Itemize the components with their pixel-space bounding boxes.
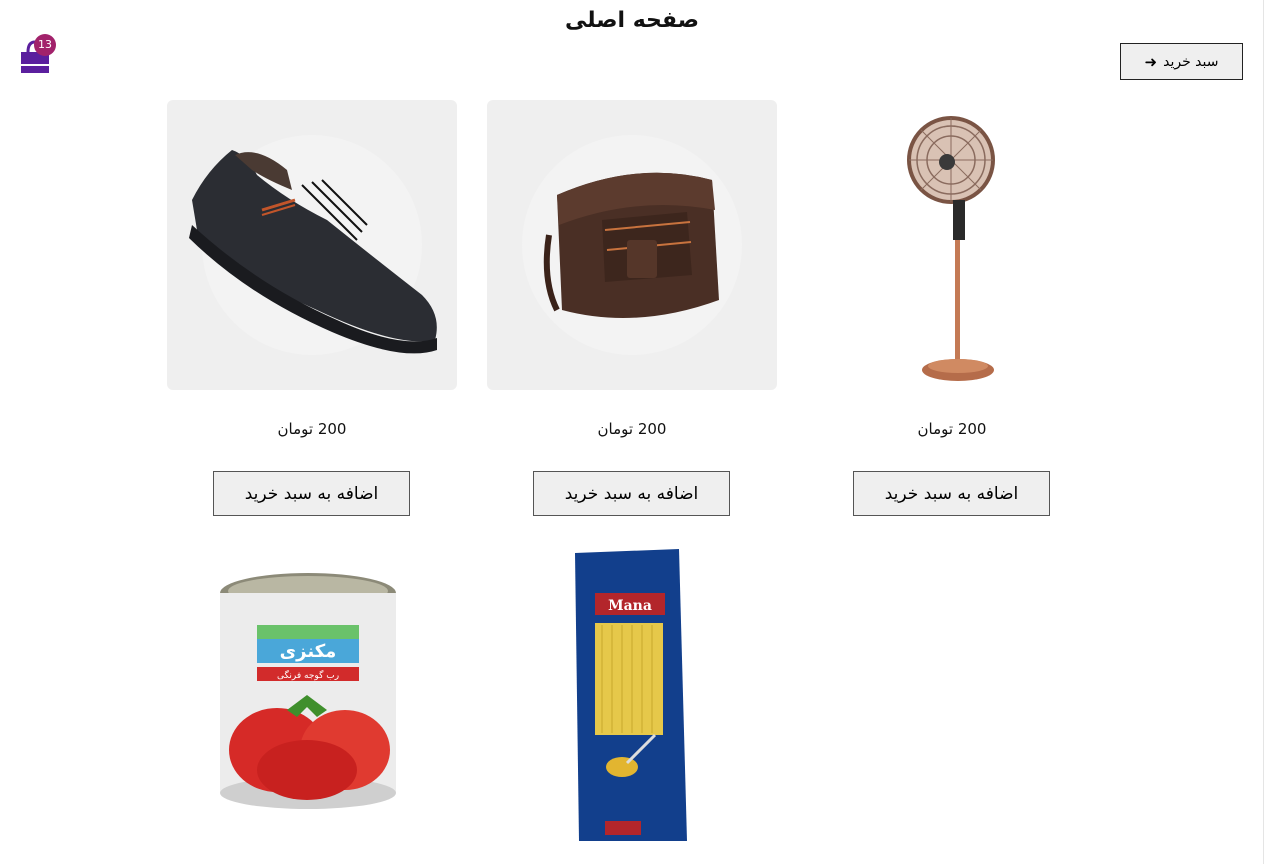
product-price: 200 تومان — [277, 420, 347, 438]
product-card-bag: 200 تومان اضافه به سبد خرید — [487, 100, 777, 516]
product-image-bag[interactable] — [487, 100, 777, 390]
product-card-tomato-paste: مکنزی رب گوجه فرنگی — [167, 545, 457, 845]
product-image-tomato-paste[interactable]: مکنزی رب گوجه فرنگی — [167, 545, 457, 845]
product-card-fan: 200 تومان اضافه به سبد خرید — [807, 100, 1097, 516]
sneaker-icon — [189, 135, 437, 355]
product-image-shoe[interactable] — [167, 100, 457, 390]
product-image-pasta[interactable]: Mana — [487, 545, 777, 845]
product-image-fan[interactable] — [807, 100, 1097, 390]
add-to-cart-button[interactable]: اضافه به سبد خرید — [853, 471, 1050, 516]
product-price: 200 تومان — [917, 420, 987, 438]
cart-button-label: سبد خرید — [1163, 53, 1219, 70]
page-title: صفحه اصلی — [565, 8, 699, 33]
add-to-cart-button[interactable]: اضافه به سبد خرید — [213, 471, 410, 516]
cart-count-badge: 13 — [34, 34, 56, 56]
spaghetti-package-icon: Mana — [575, 549, 687, 841]
leather-bag-icon — [522, 135, 742, 355]
cart-button[interactable]: سبد خرید ➜ — [1120, 43, 1243, 80]
product-price: 200 تومان — [597, 420, 667, 438]
arrow-right-icon: ➜ — [1144, 52, 1158, 71]
standing-fan-icon — [907, 116, 995, 381]
tomato-sub-label: رب گوجه فرنگی — [277, 669, 339, 681]
product-card-shoe: 200 تومان اضافه به سبد خرید — [167, 100, 457, 516]
tomato-brand-label: مکنزی — [280, 641, 337, 662]
tomato-paste-can-icon: مکنزی رب گوجه فرنگی — [220, 573, 396, 809]
product-card-pasta: Mana — [487, 545, 777, 845]
add-to-cart-button[interactable]: اضافه به سبد خرید — [533, 471, 730, 516]
pasta-brand-label: Mana — [608, 598, 652, 614]
